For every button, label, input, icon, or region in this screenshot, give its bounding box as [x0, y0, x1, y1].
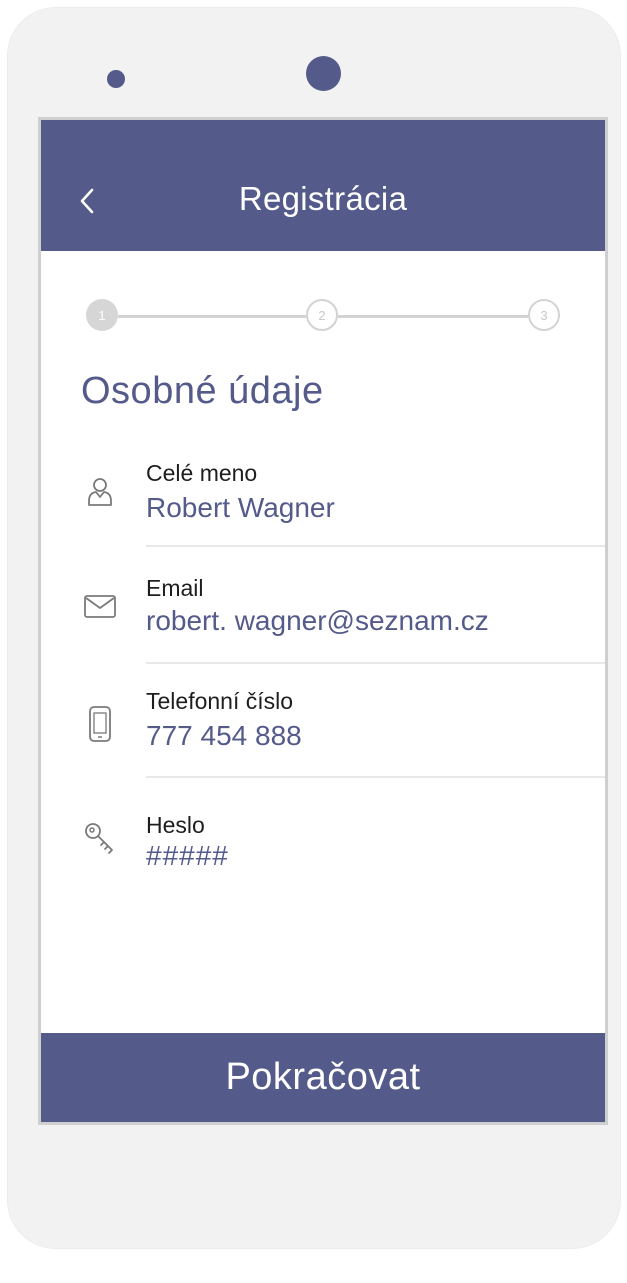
- divider: [146, 662, 605, 664]
- step-3[interactable]: 3: [528, 299, 560, 331]
- divider: [146, 776, 605, 778]
- step-connector: [118, 315, 306, 318]
- continue-button[interactable]: Pokračovat: [41, 1033, 605, 1122]
- field-label: Heslo: [146, 812, 205, 838]
- step-1[interactable]: 1: [86, 299, 118, 331]
- field-value: Robert Wagner: [146, 492, 335, 523]
- divider: [146, 545, 605, 547]
- email-field[interactable]: Email robert. wagner@seznam.cz: [41, 573, 605, 665]
- user-icon: [83, 472, 117, 512]
- app-header: Registrácia: [41, 120, 605, 251]
- step-2[interactable]: 2: [306, 299, 338, 331]
- phone-icon: [83, 704, 117, 744]
- phone-number-field[interactable]: Telefonní číslo 777 454 888: [41, 686, 605, 778]
- password-field[interactable]: Heslo #####: [41, 810, 605, 880]
- page-title: Registrácia: [238, 180, 408, 217]
- key-icon: [83, 818, 117, 858]
- step-connector: [338, 315, 528, 318]
- field-value: #####: [146, 840, 229, 871]
- field-label: Email: [146, 575, 204, 601]
- app-screen: Registrácia 1 2 3 Osobné údaje Celé meno…: [38, 117, 608, 1125]
- phone-frame: Registrácia 1 2 3 Osobné údaje Celé meno…: [8, 8, 620, 1248]
- progress-stepper: 1 2 3: [86, 297, 562, 337]
- full-name-field[interactable]: Celé meno Robert Wagner: [41, 458, 605, 550]
- sensor-dot: [107, 70, 125, 88]
- field-label: Telefonní číslo: [146, 688, 294, 714]
- field-label: Celé meno: [146, 460, 258, 486]
- field-value: 777 454 888: [146, 720, 302, 751]
- front-camera: [306, 56, 341, 91]
- envelope-icon: [83, 587, 117, 627]
- field-value: robert. wagner@seznam.cz: [146, 605, 489, 636]
- section-title: Osobné údaje: [81, 370, 324, 412]
